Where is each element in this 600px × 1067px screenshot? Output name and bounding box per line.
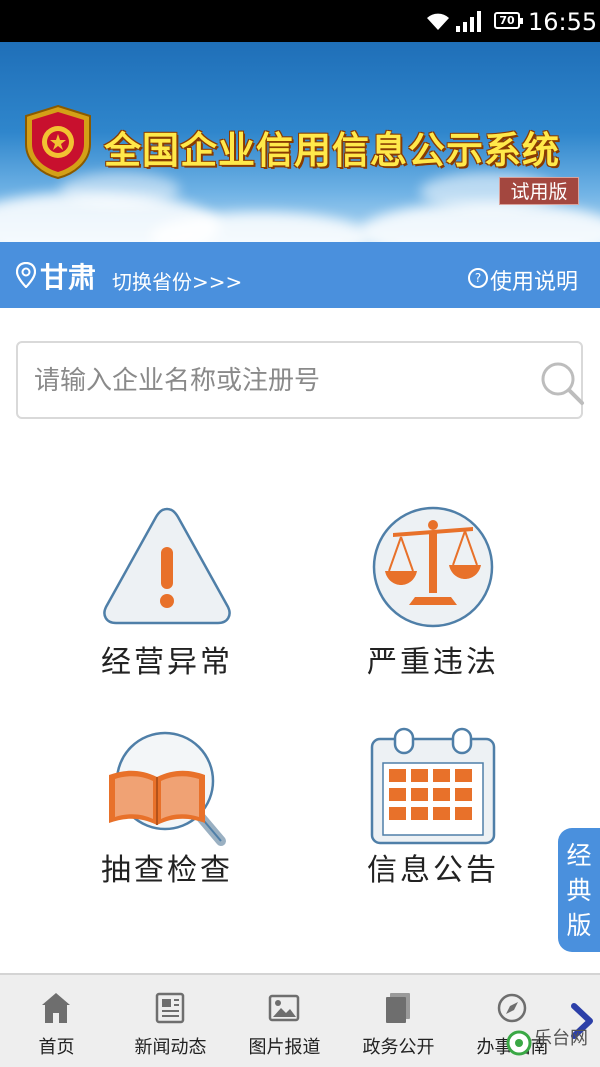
wifi-icon	[427, 13, 449, 30]
nav-label: 图片报道	[248, 1037, 321, 1058]
clock: 16:55	[528, 8, 598, 36]
signal-icon	[456, 11, 481, 32]
tile-business-anomaly[interactable]: 经营异常	[67, 505, 267, 680]
nav-label: 政务公开	[362, 1037, 435, 1058]
home-icon	[42, 993, 70, 1023]
nav-item-photo-report[interactable]: 图片报道	[228, 975, 341, 1067]
help-icon[interactable]: ?	[468, 268, 488, 288]
compass-icon	[497, 993, 527, 1023]
usage-guide-link[interactable]: 使用说明	[490, 264, 578, 296]
app-title: 全国企业信用信息公示系统	[104, 129, 560, 172]
nav-item-news[interactable]: 新闻动态	[114, 975, 227, 1067]
watermark: 乐台网	[504, 1022, 600, 1062]
book-search-icon	[109, 731, 226, 846]
switch-province-link[interactable]: 切换省份>>>	[112, 266, 242, 295]
tile-label: 抽查检查	[101, 853, 233, 888]
battery-icon: 70	[494, 12, 523, 29]
news-icon	[155, 992, 185, 1024]
header-banner: 全国企业信用信息公示系统 试用版	[0, 42, 600, 242]
tile-label: 经营异常	[101, 645, 233, 680]
document-icon	[386, 993, 410, 1023]
nav-label: 新闻动态	[134, 1037, 207, 1058]
nav-item-gov-affairs[interactable]: 政务公开	[342, 975, 455, 1067]
search-icon[interactable]	[538, 359, 586, 407]
province-bar: 甘肃 切换省份>>> ? 使用说明	[0, 242, 600, 308]
scales-icon	[372, 506, 494, 628]
status-bar: 70 16:55	[0, 0, 600, 42]
watermark-logo-icon	[506, 1030, 532, 1056]
location-pin-icon	[16, 262, 36, 288]
watermark-text: 乐台网	[534, 1028, 588, 1049]
emblem-logo	[25, 104, 91, 180]
tile-spot-check[interactable]: 抽查检查	[67, 727, 267, 888]
tile-serious-violation[interactable]: 严重违法	[333, 505, 533, 680]
nav-label: 首页	[38, 1037, 75, 1058]
tile-info-announcement[interactable]: 信息公告	[333, 727, 533, 888]
calendar-icon	[370, 727, 496, 845]
nav-item-home[interactable]: 首页	[0, 975, 113, 1067]
image-icon	[268, 994, 300, 1022]
tile-label: 严重违法	[367, 645, 499, 680]
warning-icon	[103, 507, 231, 625]
classic-version-tab[interactable]: 经典版	[558, 828, 600, 952]
search-input[interactable]	[32, 355, 516, 407]
tile-label: 信息公告	[367, 853, 499, 888]
current-province: 甘肃	[40, 261, 97, 294]
search-box	[16, 341, 586, 419]
trial-badge: 试用版	[499, 177, 579, 205]
